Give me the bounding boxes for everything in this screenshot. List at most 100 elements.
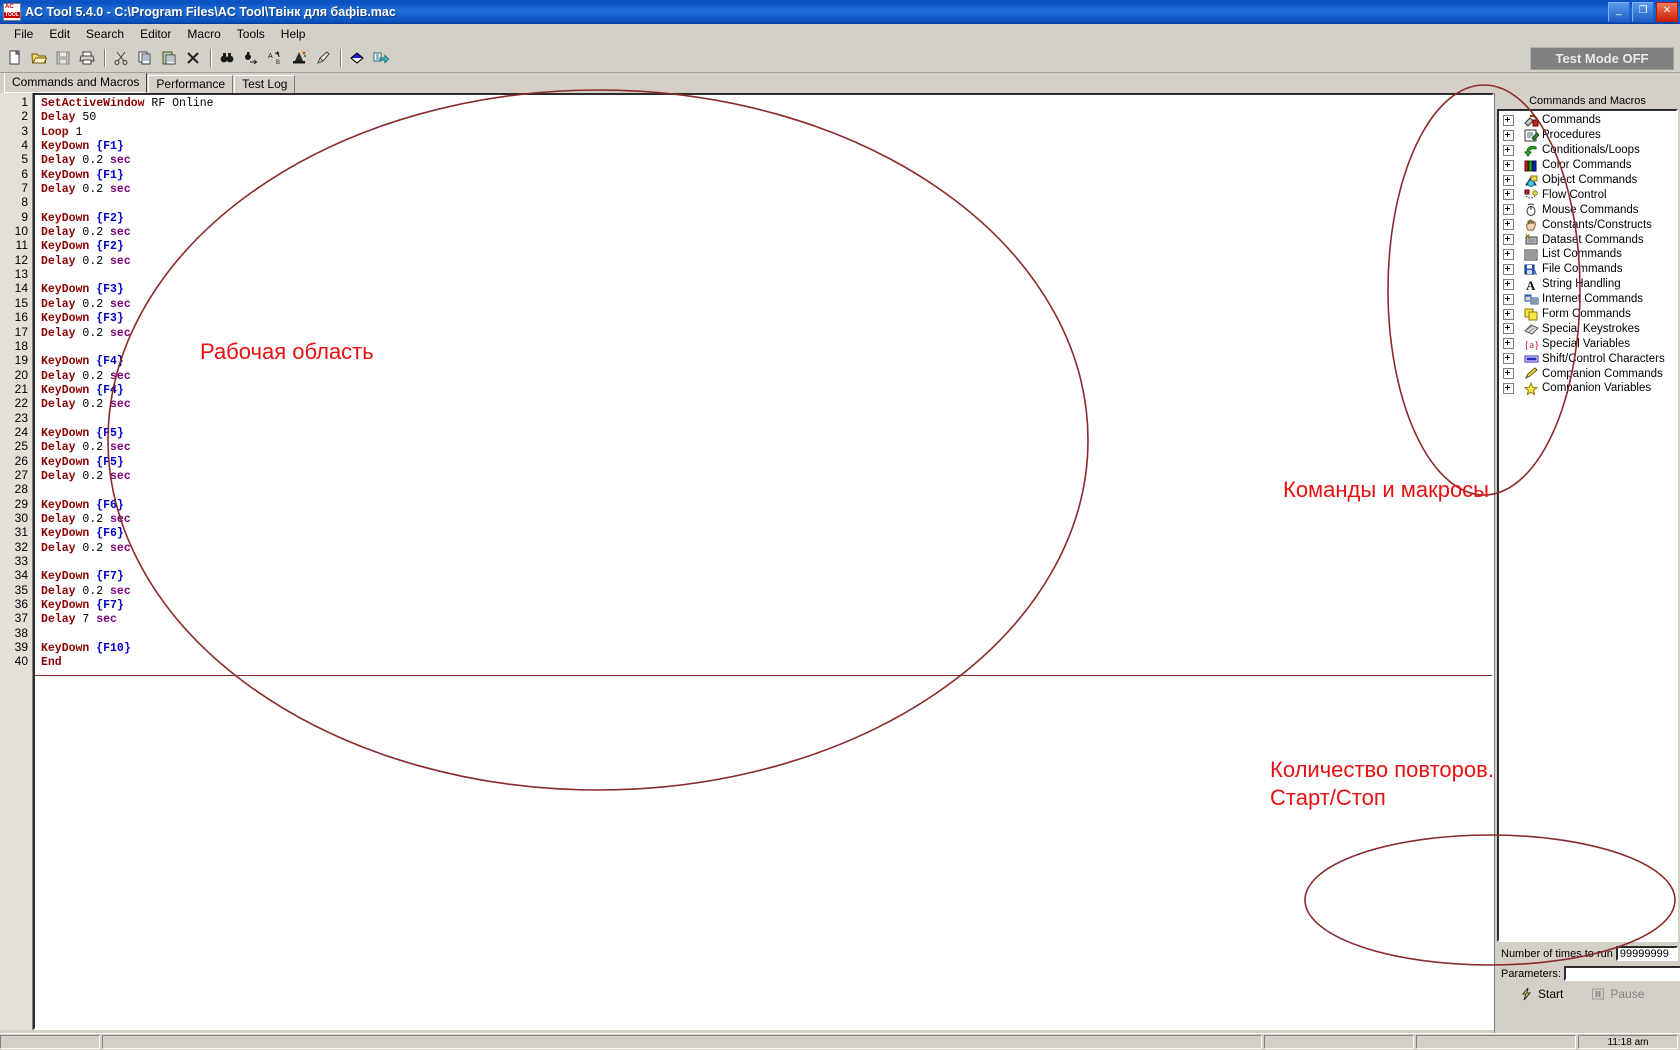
- copy-icon[interactable]: [134, 47, 156, 69]
- tree-item-form-commands[interactable]: Form Commands: [1499, 307, 1676, 322]
- wizard-hat-icon[interactable]: [288, 47, 310, 69]
- code-line[interactable]: Delay 0.2 sec: [41, 585, 1492, 599]
- code-line[interactable]: KeyDown {F3}: [41, 312, 1492, 326]
- print-icon[interactable]: [76, 47, 98, 69]
- expand-plus-icon[interactable]: [1503, 189, 1514, 201]
- tree-item-string-handling[interactable]: A String Handling: [1499, 277, 1676, 292]
- code-line[interactable]: [41, 484, 1492, 498]
- times-to-run-input[interactable]: [1615, 946, 1678, 961]
- save-disk-icon[interactable]: [52, 47, 74, 69]
- tree-item-internet-commands[interactable]: Internet Commands: [1499, 292, 1676, 307]
- expand-plus-icon[interactable]: [1503, 263, 1514, 275]
- code-line[interactable]: KeyDown {F5}: [41, 427, 1492, 441]
- tree-item-special-variables[interactable]: {a} Special Variables: [1499, 336, 1676, 351]
- expand-plus-icon[interactable]: [1503, 308, 1514, 320]
- code-line[interactable]: KeyDown {F7}: [41, 599, 1492, 613]
- code-line[interactable]: KeyDown {F6}: [41, 499, 1492, 513]
- find-next-icon[interactable]: [240, 47, 262, 69]
- expand-plus-icon[interactable]: [1503, 323, 1514, 335]
- parameters-input[interactable]: [1563, 966, 1680, 981]
- tree-item-list-commands[interactable]: List Commands: [1499, 247, 1676, 262]
- tree-item-dataset-commands[interactable]: Dataset Commands: [1499, 232, 1676, 247]
- diamond-icon[interactable]: [346, 47, 368, 69]
- code-line[interactable]: Delay 0.2 sec: [41, 542, 1492, 556]
- code-line[interactable]: KeyDown {F1}: [41, 169, 1492, 183]
- code-line[interactable]: KeyDown {F6}: [41, 527, 1492, 541]
- menu-item-file[interactable]: File: [6, 26, 41, 42]
- minimize-button[interactable]: _: [1608, 2, 1630, 22]
- menu-item-search[interactable]: Search: [78, 26, 132, 42]
- code-line[interactable]: KeyDown {F1}: [41, 140, 1492, 154]
- open-folder-icon[interactable]: [28, 47, 50, 69]
- code-line[interactable]: Delay 0.2 sec: [41, 370, 1492, 384]
- tree-item-companion-commands[interactable]: Companion Commands: [1499, 366, 1676, 381]
- code-line[interactable]: KeyDown {F4}: [41, 384, 1492, 398]
- tree-item-conditionals-loops[interactable]: Conditionals/Loops: [1499, 143, 1676, 158]
- find-binoculars-icon[interactable]: [216, 47, 238, 69]
- code-line[interactable]: Delay 7 sec: [41, 613, 1492, 627]
- expand-plus-icon[interactable]: [1503, 219, 1514, 231]
- test-mode-button[interactable]: Test Mode OFF: [1530, 47, 1674, 70]
- tab-commands-and-macros[interactable]: Commands and Macros: [4, 72, 148, 93]
- delete-x-icon[interactable]: [182, 47, 204, 69]
- code-line[interactable]: End: [41, 656, 1492, 670]
- code-line[interactable]: [41, 628, 1492, 642]
- code-line[interactable]: KeyDown {F5}: [41, 456, 1492, 470]
- pen-icon[interactable]: [312, 47, 334, 69]
- expand-plus-icon[interactable]: [1503, 144, 1514, 156]
- code-line[interactable]: Delay 0.2 sec: [41, 398, 1492, 412]
- start-button[interactable]: Start: [1519, 987, 1563, 1001]
- cut-scissors-icon[interactable]: [110, 47, 132, 69]
- code-line[interactable]: [41, 413, 1492, 427]
- maximize-button[interactable]: ❐: [1632, 2, 1654, 22]
- macro-code-editor[interactable]: SetActiveWindow RF Online Delay 50 Loop 1K…: [33, 93, 1494, 1030]
- expand-plus-icon[interactable]: [1503, 278, 1514, 290]
- tree-item-shift-control-characters[interactable]: Shift/Control Characters: [1499, 351, 1676, 366]
- tree-item-file-commands[interactable]: A File Commands: [1499, 262, 1676, 277]
- code-line[interactable]: SetActiveWindow RF Online: [41, 97, 1492, 111]
- expand-plus-icon[interactable]: [1503, 234, 1514, 246]
- expand-plus-icon[interactable]: [1503, 368, 1514, 380]
- tree-item-object-commands[interactable]: Object Commands: [1499, 173, 1676, 188]
- pause-button[interactable]: Pause: [1591, 987, 1644, 1001]
- code-line[interactable]: Delay 50: [41, 111, 1492, 125]
- expand-plus-icon[interactable]: [1503, 293, 1514, 305]
- expand-plus-icon[interactable]: [1503, 353, 1514, 365]
- expand-plus-icon[interactable]: [1503, 159, 1514, 171]
- tree-item-flow-control[interactable]: Flow Control: [1499, 187, 1676, 202]
- tree-item-constants-constructs[interactable]: Constants/Constructs: [1499, 217, 1676, 232]
- tab-performance[interactable]: Performance: [148, 75, 234, 93]
- menu-item-help[interactable]: Help: [273, 26, 314, 42]
- tab-test-log[interactable]: Test Log: [234, 75, 296, 93]
- paste-icon[interactable]: [158, 47, 180, 69]
- new-file-icon[interactable]: [4, 47, 26, 69]
- close-button[interactable]: ✕: [1656, 2, 1678, 22]
- expand-plus-icon[interactable]: [1503, 382, 1514, 394]
- code-line[interactable]: Delay 0.2 sec: [41, 298, 1492, 312]
- expand-plus-icon[interactable]: [1503, 248, 1514, 260]
- expand-plus-icon[interactable]: [1503, 338, 1514, 350]
- menu-item-edit[interactable]: Edit: [41, 26, 78, 42]
- code-line[interactable]: KeyDown {F2}: [41, 240, 1492, 254]
- replace-icon[interactable]: AB: [264, 47, 286, 69]
- expand-plus-icon[interactable]: [1503, 204, 1514, 216]
- expand-plus-icon[interactable]: [1503, 114, 1514, 126]
- tree-item-companion-variables[interactable]: Companion Variables: [1499, 381, 1676, 396]
- code-line[interactable]: KeyDown {F10}: [41, 642, 1492, 656]
- export-arrow-icon[interactable]: [370, 47, 392, 69]
- expand-plus-icon[interactable]: [1503, 129, 1514, 141]
- menu-item-tools[interactable]: Tools: [229, 26, 273, 42]
- code-line[interactable]: Delay 0.2 sec: [41, 154, 1492, 168]
- code-line[interactable]: Delay 0.2 sec: [41, 513, 1492, 527]
- code-line[interactable]: [41, 197, 1492, 211]
- code-line[interactable]: [41, 556, 1492, 570]
- code-line[interactable]: Loop 1: [41, 126, 1492, 140]
- tree-item-procedures[interactable]: Procedures: [1499, 128, 1676, 143]
- code-line[interactable]: [41, 269, 1492, 283]
- tree-item-special-keystrokes[interactable]: Special Keystrokes: [1499, 321, 1676, 336]
- code-line[interactable]: KeyDown {F3}: [41, 283, 1492, 297]
- menu-item-macro[interactable]: Macro: [179, 26, 228, 42]
- code-line[interactable]: Delay 0.2 sec: [41, 255, 1492, 269]
- code-line[interactable]: Delay 0.2 sec: [41, 470, 1492, 484]
- code-line[interactable]: Delay 0.2 sec: [41, 226, 1492, 240]
